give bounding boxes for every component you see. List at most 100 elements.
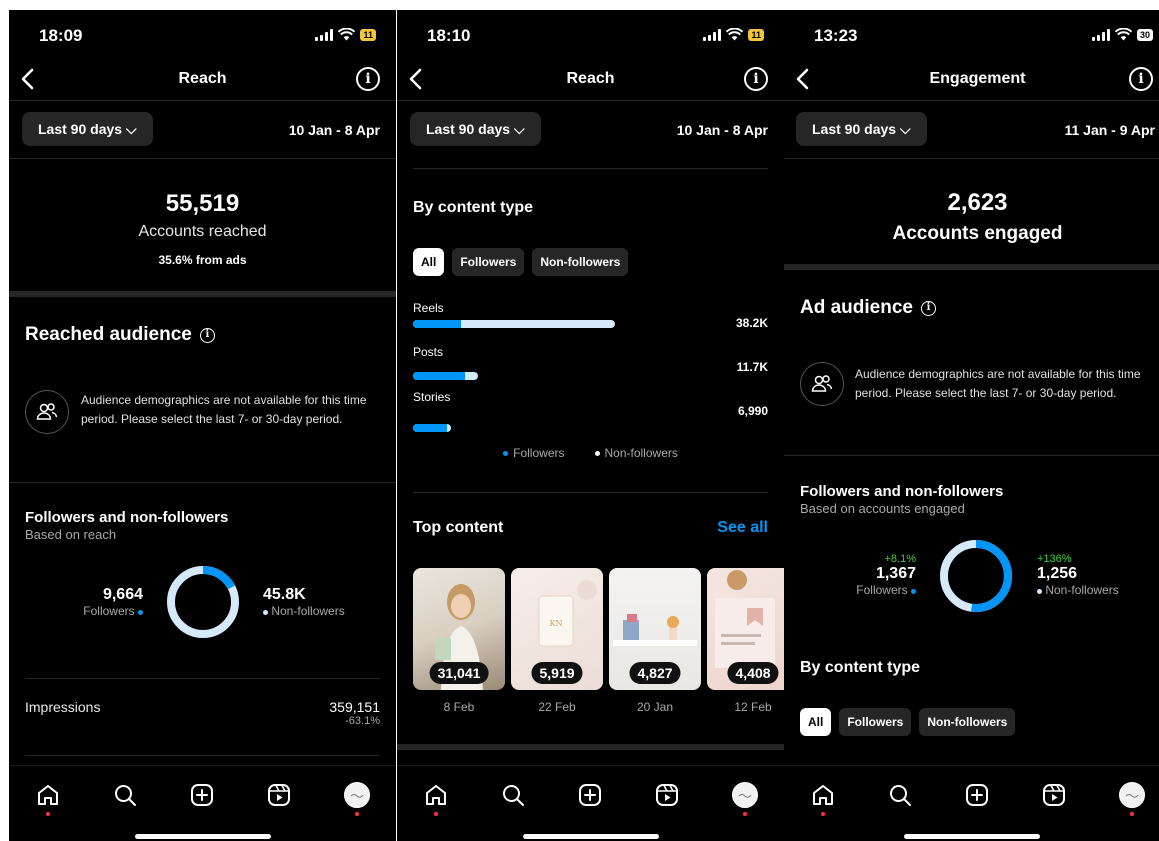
create-tab[interactable] [962, 780, 992, 810]
info-icon[interactable]: i [356, 67, 380, 91]
period-label: Last 90 days [38, 121, 123, 137]
nonfollowers-label: Non-followers [271, 604, 345, 618]
search-tab[interactable] [885, 780, 915, 810]
accounts-engaged-label: Accounts engaged [892, 223, 1063, 244]
filter-followers[interactable]: Followers [839, 708, 912, 736]
nonfollowers-change: +136% [1037, 553, 1072, 565]
demographics-note: Audience demographics are not available … [855, 367, 1141, 400]
reels-tab[interactable] [264, 780, 294, 810]
status-icons: 11 [703, 28, 764, 41]
stories-bar [413, 424, 451, 432]
screen-reach-1: 18:09 11 Reach i Last 90 days ⌵ 10 Jan -… [9, 10, 396, 841]
date-range: 10 Jan - 8 Apr [288, 122, 380, 138]
divider [784, 158, 1159, 159]
info-icon[interactable]: i [920, 300, 936, 316]
top-content-item[interactable]: 4,408 [707, 568, 784, 690]
item-count: 31,041 [429, 662, 489, 684]
period-label: Last 90 days [812, 121, 897, 137]
battery-icon: 11 [748, 28, 764, 41]
item-date: 22 Feb [538, 700, 576, 714]
top-content-item[interactable]: 4,827 [609, 568, 701, 690]
legend-followers-label: Followers [513, 446, 565, 460]
svg-text:KN: KN [550, 619, 563, 628]
nonfollowers-dot [263, 610, 268, 615]
home-icon [813, 785, 833, 805]
stories-value: 6,990 [737, 404, 768, 418]
create-icon [966, 784, 988, 806]
status-time: 18:09 [39, 26, 83, 45]
notification-dot [821, 812, 825, 816]
profile-avatar [1119, 782, 1145, 808]
filter-nonfollowers[interactable]: Non-followers [532, 248, 629, 276]
info-icon[interactable]: i [199, 327, 215, 343]
see-all-link[interactable]: See all [717, 519, 768, 537]
nonfollowers-dot [1037, 589, 1042, 594]
home-indicator [903, 834, 1040, 839]
divider [413, 492, 768, 493]
divider [9, 100, 396, 101]
reels-bar [413, 320, 615, 328]
impressions-stat: 359,151 -63.1% [329, 699, 380, 727]
filter-followers[interactable]: Followers [452, 248, 525, 276]
filter-all[interactable]: All [800, 708, 832, 736]
item-count: 5,919 [531, 662, 583, 684]
create-tab[interactable] [575, 780, 605, 810]
followers-label: Followers [856, 583, 908, 597]
reels-tab[interactable] [652, 780, 682, 810]
followers-stat: +8.1% 1,367 Followers [820, 553, 916, 597]
nonfollowers-stat: +136% 1,256 Non-followers [1037, 553, 1119, 597]
followers-label: Followers [83, 604, 135, 618]
period-dropdown[interactable]: Last 90 days ⌵ [22, 112, 153, 146]
legend-followers: Followers [503, 446, 565, 460]
reels-tab[interactable] [1039, 780, 1069, 810]
followers-stat: 9,664 Followers [49, 586, 143, 618]
home-tab[interactable] [808, 780, 838, 816]
stories-label: Stories [413, 390, 451, 404]
section-divider [9, 291, 396, 297]
create-tab[interactable] [187, 780, 217, 810]
item-date: 8 Feb [443, 700, 475, 714]
profile-tab[interactable] [730, 780, 760, 816]
period-dropdown[interactable]: Last 90 days ⌵ [410, 112, 541, 146]
stories-bar-followers [413, 424, 448, 432]
top-content-item[interactable]: 31,041 [413, 568, 505, 690]
info-icon[interactable]: i [744, 67, 768, 91]
search-tab[interactable] [110, 780, 140, 810]
by-content-type-title: By content type [413, 199, 534, 216]
search-icon [115, 785, 136, 806]
profile-tab[interactable] [342, 780, 372, 816]
divider [9, 482, 396, 483]
search-tab[interactable] [498, 780, 528, 810]
followers-change: +8.1% [884, 553, 917, 565]
filter-all[interactable]: All [413, 248, 445, 276]
page-title: Reach [566, 70, 615, 87]
notification-dot [355, 812, 359, 816]
followers-donut [167, 566, 239, 638]
reels-icon [1043, 784, 1065, 806]
divider [784, 455, 1159, 456]
info-icon[interactable]: i [1129, 67, 1153, 91]
status-icons: 11 [315, 28, 376, 41]
top-content-item[interactable]: KN 5,919 [511, 568, 603, 690]
legend-nonfollowers: Non-followers [594, 446, 678, 460]
tab-bar [784, 765, 1159, 841]
chevron-down-icon: ⌵ [513, 121, 525, 137]
home-tab[interactable] [421, 780, 451, 816]
battery-icon: 11 [360, 28, 376, 41]
wifi-icon [1114, 28, 1132, 41]
divider [9, 158, 396, 159]
bar-legend: Followers Non-followers [397, 446, 784, 460]
period-dropdown[interactable]: Last 90 days ⌵ [796, 112, 927, 146]
impressions-value: 359,151 [329, 699, 380, 715]
from-ads: 35.6% from ads [158, 253, 247, 267]
home-tab[interactable] [33, 780, 63, 816]
reels-bar-followers [413, 320, 462, 328]
filter-nonfollowers[interactable]: Non-followers [919, 708, 1016, 736]
profile-tab[interactable] [1117, 780, 1147, 816]
item-date: 20 Jan [636, 700, 674, 714]
page-title: Reach [178, 70, 227, 87]
notification-dot [743, 812, 747, 816]
tab-bar [397, 765, 784, 841]
posts-bar-followers [413, 372, 465, 380]
legend-nonfollowers-label: Non-followers [604, 446, 678, 460]
